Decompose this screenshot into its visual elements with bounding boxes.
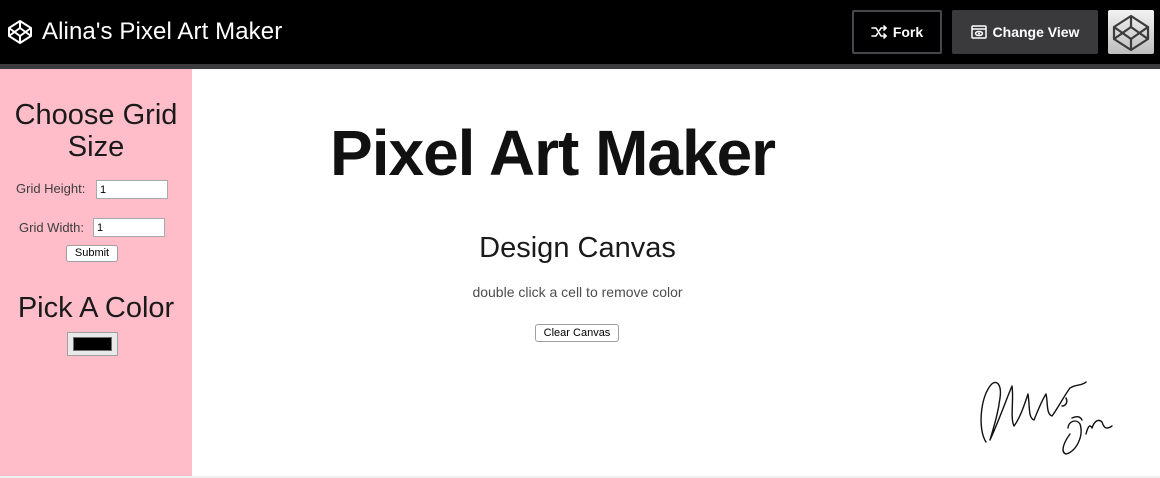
grid-height-input[interactable]	[96, 180, 168, 199]
avatar-logo-icon	[1112, 14, 1150, 52]
change-view-button[interactable]: Change View	[952, 10, 1098, 54]
brand[interactable]: Alina's Pixel Art Maker	[7, 16, 282, 48]
fork-label: Fork	[892, 24, 924, 40]
fork-button[interactable]: Fork	[852, 10, 942, 54]
canvas-hint: double click a cell to remove color	[472, 284, 683, 300]
top-bar: Alina's Pixel Art Maker Fork Change View	[0, 0, 1160, 64]
page-title: Pixel Art Maker	[330, 117, 776, 189]
user-avatar-icon[interactable]	[1108, 10, 1154, 54]
pick-color-heading: Pick A Color	[17, 292, 175, 324]
design-canvas-heading: Design Canvas	[479, 232, 676, 264]
grid-height-label: Grid Height:	[16, 181, 86, 196]
fork-icon	[871, 25, 887, 39]
codepen-logo-icon	[8, 20, 32, 44]
color-picker[interactable]	[67, 332, 118, 356]
color-swatch	[73, 337, 112, 351]
change-view-icon	[970, 25, 987, 39]
grid-width-label: Grid Width:	[19, 220, 85, 235]
handwritten-signature	[980, 381, 1113, 455]
submit-button[interactable]: Submit	[66, 245, 118, 262]
clear-canvas-button[interactable]: Clear Canvas	[535, 324, 619, 342]
change-view-label: Change View	[992, 24, 1080, 40]
grid-width-input[interactable]	[93, 218, 165, 237]
grid-size-heading: Choose Grid Size	[14, 99, 178, 163]
app-title: Alina's Pixel Art Maker	[42, 18, 283, 45]
sidebar: Choose Grid Size Grid Height: Grid Width…	[0, 69, 192, 478]
